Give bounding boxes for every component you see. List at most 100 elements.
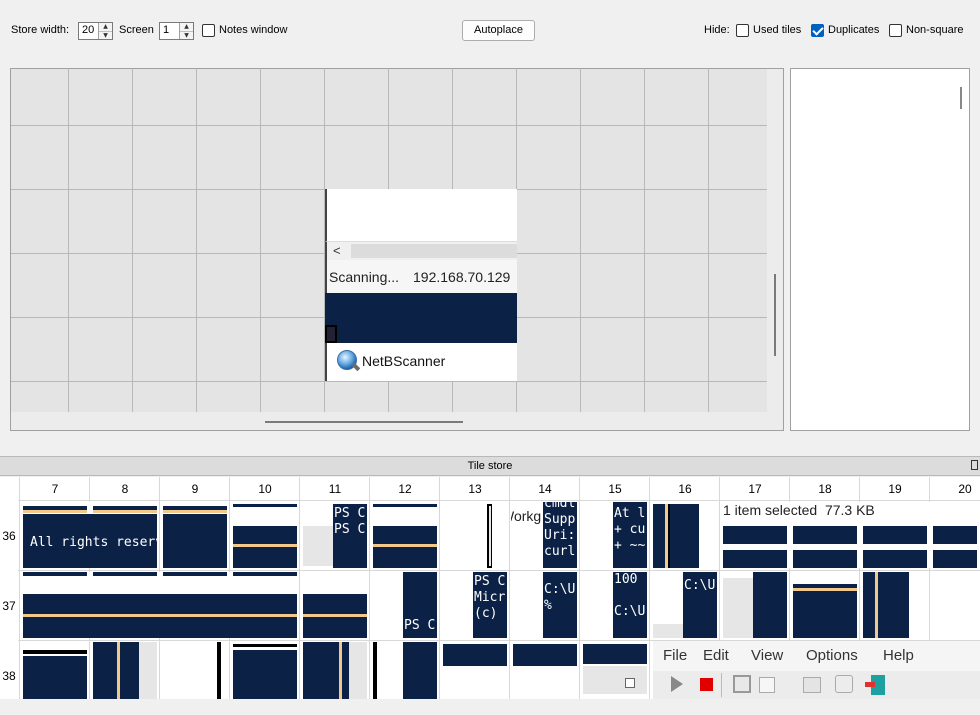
used-tiles-checkbox[interactable] [736, 24, 749, 37]
copy-icon [759, 677, 775, 693]
store-tile[interactable] [21, 572, 297, 638]
store-tile[interactable] [441, 502, 507, 568]
store-tile[interactable] [301, 642, 367, 699]
duplicates-label[interactable]: Duplicates [828, 24, 879, 36]
tile-bar [93, 572, 157, 576]
store-width-spin-buttons[interactable]: ▲ ▼ [98, 23, 112, 39]
store-tile[interactable]: Workg cmdl Supp Uri: curl [511, 502, 577, 568]
store-tile[interactable]: C:\U % [511, 572, 577, 638]
spin-down-icon[interactable]: ▼ [99, 32, 112, 40]
store-tile[interactable] [161, 502, 227, 568]
tile-text: PS C PS C [334, 506, 366, 537]
menu-edit: Edit [703, 647, 729, 664]
tile-bar [23, 650, 87, 654]
tile-line [373, 642, 377, 699]
column-header: 19 [888, 482, 902, 496]
tile-text: 1 item selected 77.3 KB [723, 502, 875, 518]
tile-bg [863, 526, 927, 544]
hide-label: Hide: [704, 24, 730, 36]
store-tile[interactable]: At l + cu + ~~ [581, 502, 647, 568]
tile-store-title: Tile store [467, 460, 513, 472]
tile-bg [793, 526, 857, 544]
tile-stripe [93, 510, 157, 513]
store-width-value[interactable]: 20 [82, 24, 94, 36]
grid-line [439, 477, 440, 699]
store-tile[interactable] [511, 642, 577, 699]
screen-horizontal-scrollbar[interactable] [265, 421, 463, 423]
grid-line [299, 477, 300, 699]
spin-up-icon[interactable]: ▲ [180, 23, 193, 32]
store-tile[interactable] [791, 572, 857, 638]
store-tile-toolbar[interactable] [653, 671, 980, 699]
screen-spin-buttons[interactable]: ▲ ▼ [179, 23, 193, 39]
used-tiles-label[interactable]: Used tiles [753, 24, 801, 36]
tile-bg [793, 591, 857, 638]
screen-vertical-scrollbar[interactable] [774, 274, 776, 356]
tile-bg [303, 526, 333, 566]
undock-icon[interactable] [971, 460, 978, 470]
screen-canvas[interactable]: < Scanning... 192.168.70.129 NetBScanner [10, 68, 784, 431]
notes-window-label[interactable]: Notes window [219, 24, 287, 36]
tile-bg [93, 642, 139, 699]
store-tile[interactable] [371, 642, 437, 699]
placed-tile-status[interactable]: Scanning... 192.168.70.129 [325, 260, 517, 293]
store-tile[interactable] [441, 642, 507, 699]
placed-tile-desktop[interactable] [325, 293, 517, 343]
placed-tile[interactable] [325, 189, 517, 241]
duplicates-checkbox[interactable] [811, 24, 824, 37]
store-tile[interactable]: PS C Micr (c) [441, 572, 507, 638]
autoplace-button[interactable]: Autoplace [462, 20, 535, 41]
tile-bg [723, 550, 787, 568]
store-tile[interactable] [231, 642, 297, 699]
screen-stepper[interactable]: 1 ▲ ▼ [159, 22, 194, 40]
tile-stripe [303, 614, 367, 617]
store-width-stepper[interactable]: 20 ▲ ▼ [78, 22, 113, 40]
tile-text: PS C [404, 618, 436, 633]
tile-stripe [163, 510, 227, 513]
store-tile[interactable] [301, 572, 367, 638]
column-header: 9 [191, 482, 199, 496]
store-tile[interactable]: 1 item selected 77.3 KB [721, 502, 977, 568]
row-header: 38 [2, 669, 16, 683]
tile-bar [233, 572, 297, 576]
spin-up-icon[interactable]: ▲ [99, 23, 112, 32]
store-tile[interactable] [231, 502, 297, 568]
tile-text: All rights reserved. [30, 535, 157, 550]
tile-line [489, 506, 491, 566]
store-tile[interactable]: PS C PS C [301, 502, 367, 568]
tile-text: PS C Micr (c) [474, 574, 506, 621]
notes-window-checkbox[interactable] [202, 24, 215, 37]
placed-tile-taskbar[interactable]: NetBScanner [325, 343, 517, 381]
tile-stripe [233, 544, 297, 547]
store-tile[interactable] [581, 642, 647, 699]
tile-bg [863, 550, 927, 568]
tile-bar [23, 572, 87, 576]
save-icon [733, 675, 751, 693]
store-tile[interactable] [371, 502, 437, 568]
column-header: 16 [678, 482, 692, 496]
notes-scrollbar[interactable] [960, 87, 962, 109]
placed-tile-scrollbar[interactable]: < [325, 241, 517, 260]
exit-arrow-icon [865, 682, 875, 687]
store-tile[interactable] [161, 642, 227, 699]
store-tile[interactable] [651, 502, 717, 568]
store-tile-menubar[interactable]: File Edit View Options Help [653, 641, 980, 671]
store-tile[interactable]: PS C [371, 572, 437, 638]
store-tile[interactable] [21, 642, 87, 699]
tile-bar [373, 504, 437, 507]
notes-panel[interactable] [790, 68, 970, 431]
row-header: 37 [2, 599, 16, 613]
column-header: 20 [958, 482, 972, 496]
store-tile[interactable]: 100 C:\U [581, 572, 647, 638]
non-square-label[interactable]: Non-square [906, 24, 963, 36]
screen-value[interactable]: 1 [163, 24, 169, 36]
store-tile[interactable] [91, 642, 157, 699]
store-tile[interactable]: All rights reserved. [21, 502, 157, 568]
store-tile[interactable] [861, 572, 927, 638]
store-tile[interactable]: C:\U [651, 572, 717, 638]
non-square-checkbox[interactable] [889, 24, 902, 37]
window-corner [325, 325, 337, 343]
spin-down-icon[interactable]: ▼ [180, 32, 193, 40]
menu-help: Help [883, 647, 914, 664]
store-tile[interactable] [721, 572, 787, 638]
